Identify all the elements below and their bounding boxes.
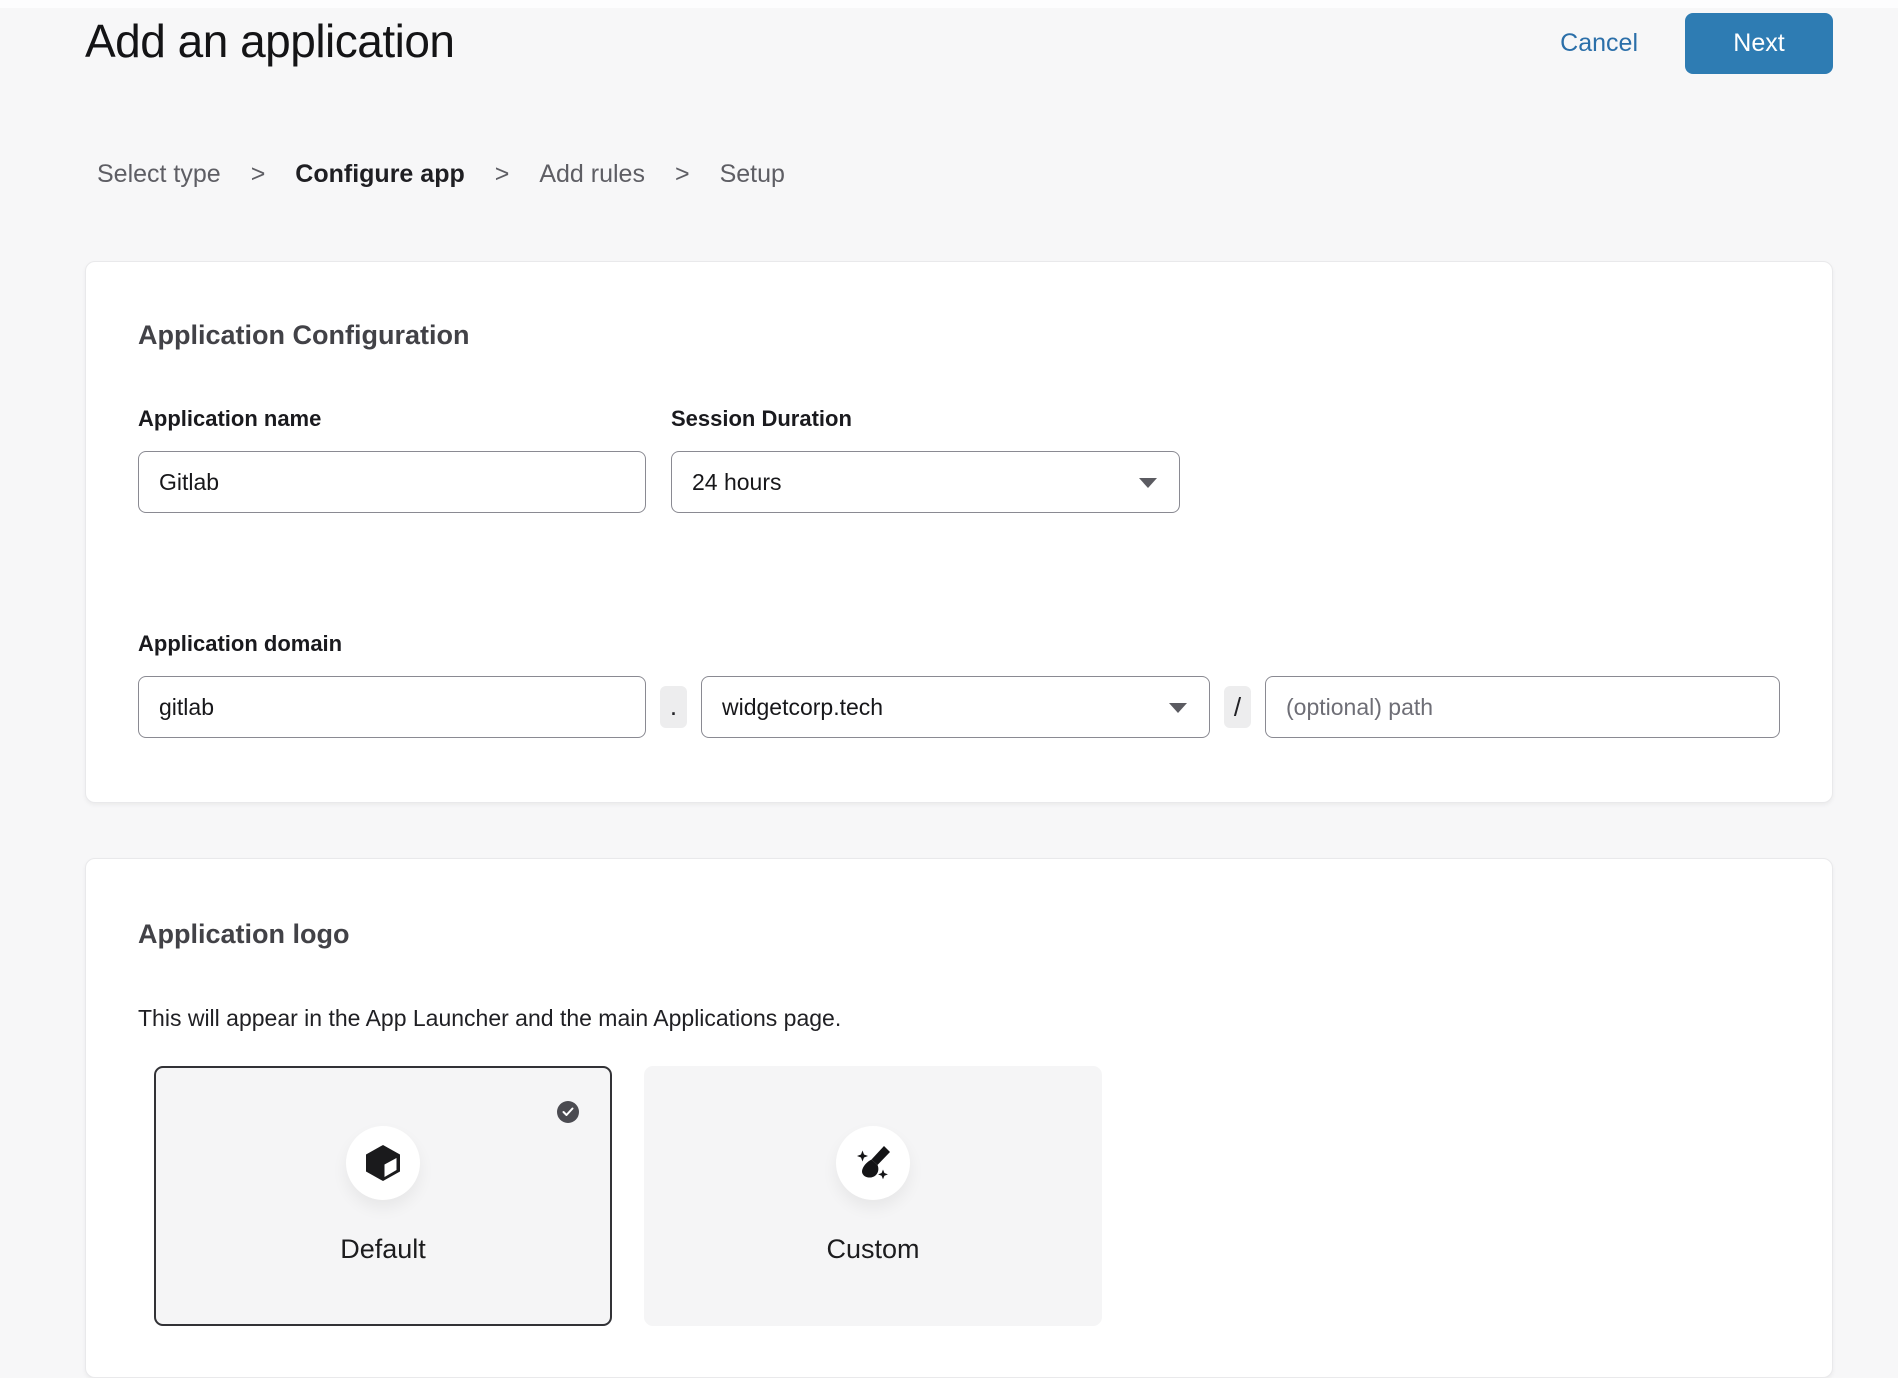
application-logo-description: This will appear in the App Launcher and… xyxy=(138,1005,1780,1032)
header-actions: Cancel Next xyxy=(1560,12,1833,74)
breadcrumb-step-select-type[interactable]: Select type xyxy=(97,160,221,189)
logo-option-tiles: Default Custom xyxy=(154,1066,1780,1326)
application-domain-row: . widgetcorp.tech / xyxy=(138,676,1780,738)
logo-option-label: Custom xyxy=(646,1234,1100,1265)
configuration-heading: Application Configuration xyxy=(138,318,1780,352)
logo-option-default[interactable]: Default xyxy=(154,1066,612,1326)
application-configuration-card: Application Configuration Application na… xyxy=(85,261,1833,803)
default-logo-circle xyxy=(346,1126,420,1200)
breadcrumb-separator: > xyxy=(495,160,510,189)
breadcrumb-separator: > xyxy=(675,160,690,189)
wizard-breadcrumb: Select type > Configure app > Add rules … xyxy=(97,160,785,189)
application-domain-label: Application domain xyxy=(138,631,1780,657)
application-name-label: Application name xyxy=(138,406,646,432)
add-application-page: Add an application Cancel Next Select ty… xyxy=(0,0,1898,1260)
check-icon xyxy=(562,1107,574,1117)
path-input[interactable] xyxy=(1265,676,1780,738)
dropdown-caret-icon xyxy=(1139,478,1157,488)
session-duration-select[interactable]: 24 hours xyxy=(671,451,1180,513)
page-title: Add an application xyxy=(85,14,455,68)
session-duration-value: 24 hours xyxy=(692,469,782,496)
subdomain-input[interactable] xyxy=(138,676,646,738)
dot-separator: . xyxy=(660,686,687,728)
breadcrumb-step-configure-app[interactable]: Configure app xyxy=(295,160,464,189)
logo-option-label: Default xyxy=(156,1234,610,1265)
application-name-input[interactable] xyxy=(138,451,646,513)
cube-icon xyxy=(365,1144,401,1182)
domain-select[interactable]: widgetcorp.tech xyxy=(701,676,1210,738)
logo-option-custom[interactable]: Custom xyxy=(644,1066,1102,1326)
application-logo-card: Application logo This will appear in the… xyxy=(85,858,1833,1378)
application-logo-heading: Application logo xyxy=(138,917,1780,951)
cancel-button[interactable]: Cancel xyxy=(1560,29,1638,58)
breadcrumb-separator: > xyxy=(251,160,266,189)
breadcrumb-step-add-rules[interactable]: Add rules xyxy=(539,160,645,189)
session-duration-label: Session Duration xyxy=(671,406,1180,432)
top-edge-strip xyxy=(0,0,1898,8)
slash-separator: / xyxy=(1224,686,1251,728)
application-name-field-group: Application name xyxy=(138,406,646,513)
next-button[interactable]: Next xyxy=(1685,13,1833,74)
custom-logo-circle xyxy=(836,1126,910,1200)
selected-check-badge xyxy=(557,1101,579,1123)
session-duration-field-group: Session Duration 24 hours xyxy=(671,406,1180,513)
dropdown-caret-icon xyxy=(1169,703,1187,713)
breadcrumb-step-setup[interactable]: Setup xyxy=(720,160,785,189)
domain-select-value: widgetcorp.tech xyxy=(722,694,883,721)
name-session-row: Application name Session Duration 24 hou… xyxy=(138,406,1780,513)
paintbrush-icon xyxy=(854,1144,892,1182)
